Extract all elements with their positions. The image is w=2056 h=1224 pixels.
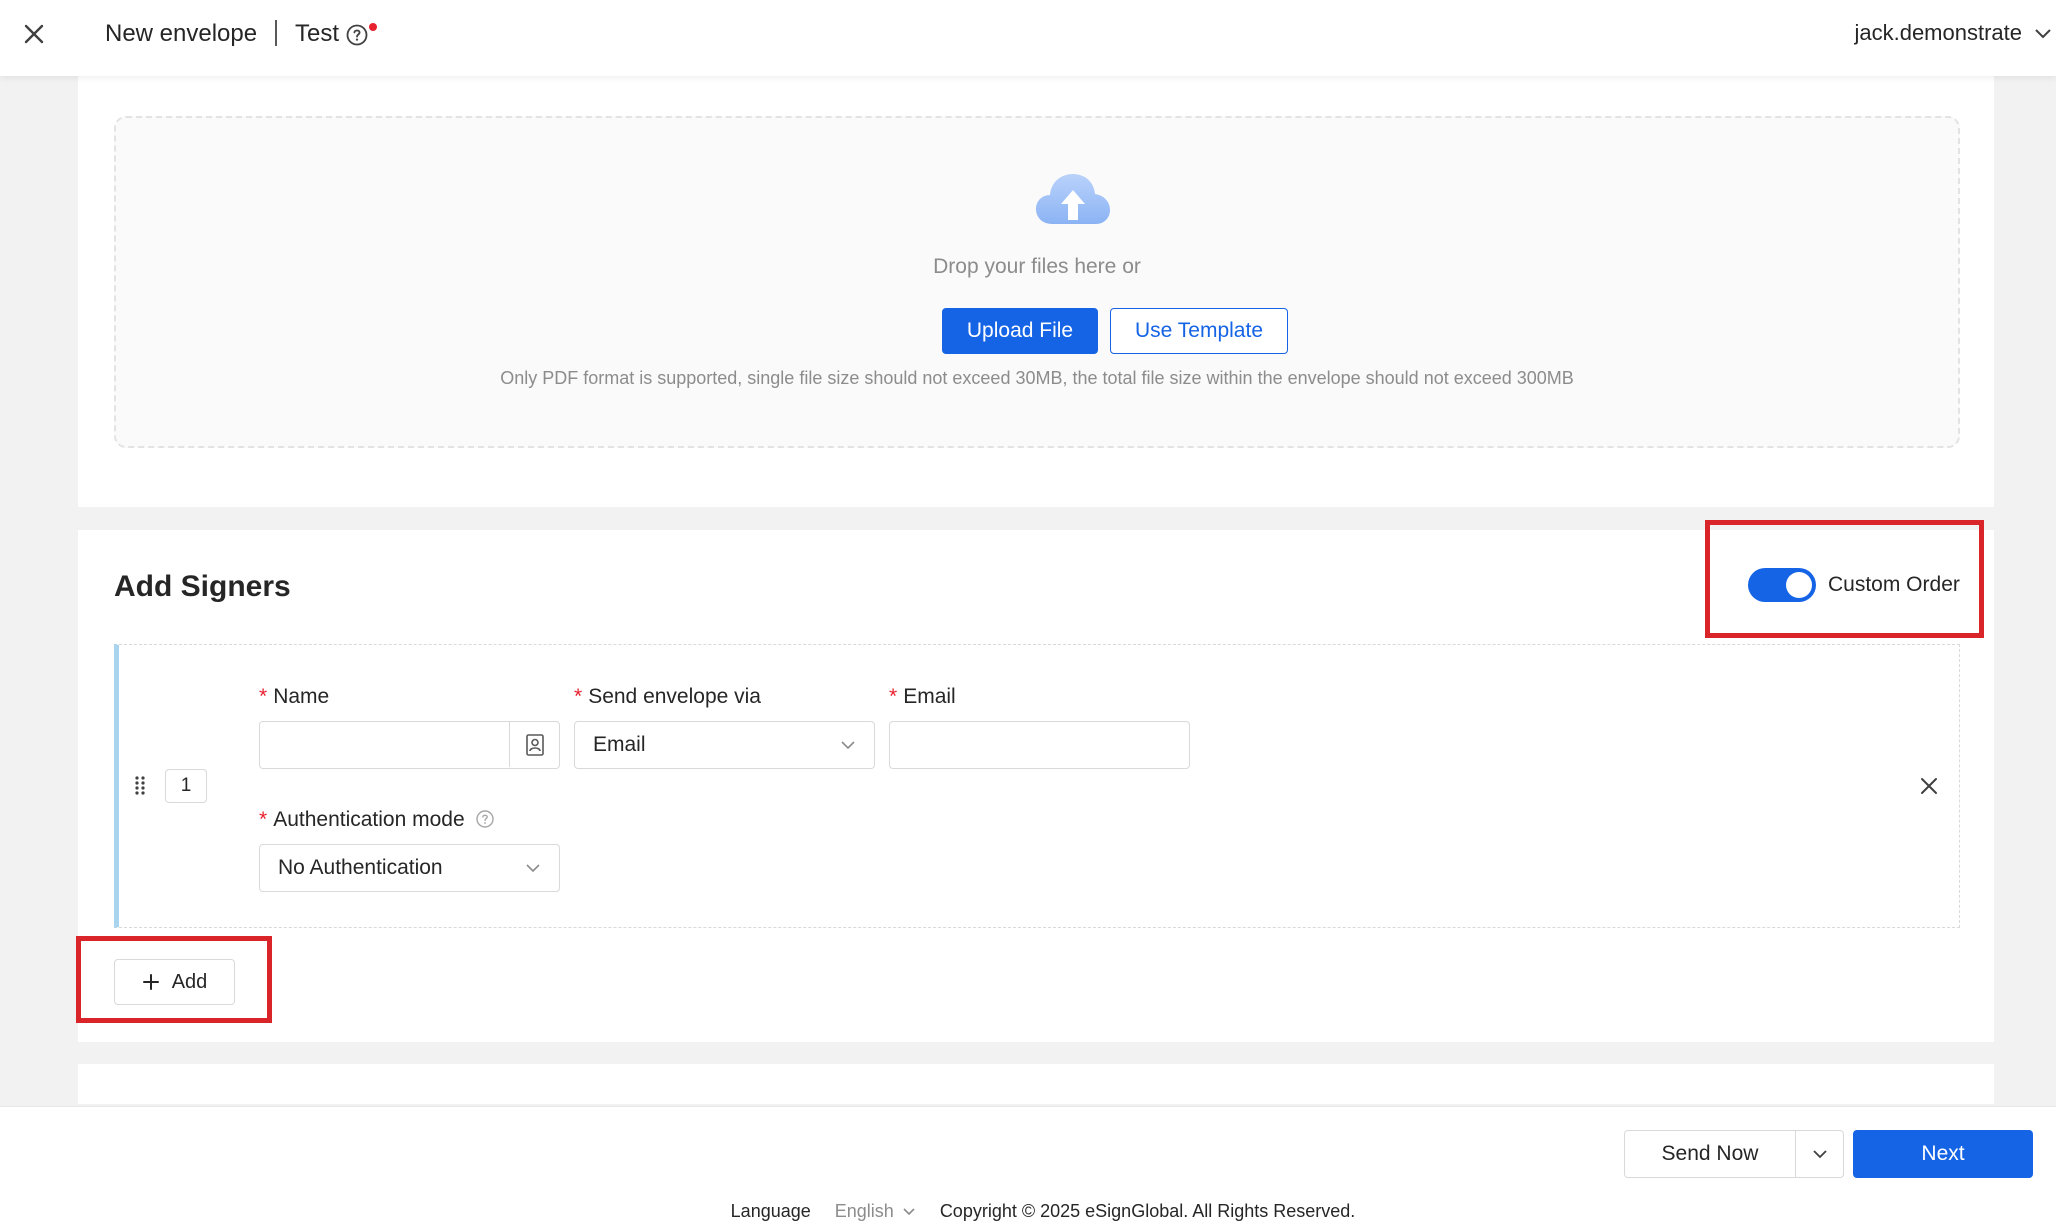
- send-via-value: Email: [593, 733, 646, 756]
- file-dropzone[interactable]: Drop your files here or Upload File Use …: [114, 116, 1960, 448]
- email-label: * Email: [889, 685, 956, 709]
- custom-order-toggle[interactable]: [1748, 568, 1816, 602]
- page-title: New envelope: [105, 20, 258, 47]
- auth-mode-value: No Authentication: [278, 856, 443, 879]
- auth-mode-label: * Authentication mode: [259, 808, 495, 832]
- document-upload-card: Drop your files here or Upload File Use …: [78, 76, 1994, 507]
- next-section-card: [78, 1064, 1994, 1104]
- name-input[interactable]: [260, 722, 510, 767]
- chevron-down-icon: [526, 864, 540, 873]
- name-label-text: Name: [273, 685, 330, 708]
- required-marker: *: [889, 685, 898, 708]
- user-name: jack.demonstrate: [1854, 20, 2022, 45]
- custom-order-control: Custom Order: [1748, 568, 1960, 602]
- contacts-button[interactable]: [509, 722, 559, 767]
- send-now-button[interactable]: Send Now: [1624, 1130, 1796, 1178]
- send-via-label: * Send envelope via: [574, 685, 761, 709]
- drag-handle-icon[interactable]: [133, 775, 147, 795]
- name-field-group: [259, 721, 560, 769]
- send-via-label-text: Send envelope via: [588, 685, 761, 708]
- language-label: Language: [730, 1200, 811, 1221]
- contact-card-icon: [525, 733, 544, 756]
- next-button[interactable]: Next: [1853, 1130, 2033, 1178]
- bottom-action-bar: Send Now Next: [0, 1106, 2056, 1198]
- upload-format-note: Only PDF format is supported, single fil…: [500, 368, 1574, 388]
- close-icon[interactable]: [20, 20, 48, 48]
- plus-icon: [142, 974, 159, 990]
- name-label: * Name: [259, 685, 329, 709]
- help-icon[interactable]: [475, 809, 495, 829]
- drop-instruction: Drop your files here or: [933, 255, 1141, 278]
- language-select[interactable]: English: [835, 1201, 916, 1222]
- signer-row: 1 * Name * Send envelope via Email * Email …: [114, 644, 1960, 928]
- required-marker: *: [259, 685, 268, 708]
- add-signer-button[interactable]: Add: [114, 959, 235, 1005]
- auth-mode-select[interactable]: No Authentication: [259, 844, 560, 892]
- send-via-select[interactable]: Email: [574, 721, 875, 769]
- chevron-down-icon: [1812, 1150, 1827, 1159]
- toggle-knob: [1786, 572, 1812, 598]
- required-marker: *: [259, 808, 268, 831]
- email-field[interactable]: [889, 721, 1190, 769]
- cloud-upload-icon: [1036, 174, 1110, 224]
- required-marker: *: [574, 685, 583, 708]
- title-divider: [275, 20, 277, 46]
- top-header: New envelope Test jack.demonstrate: [0, 0, 2056, 76]
- signer-order-number[interactable]: 1: [165, 769, 207, 803]
- use-template-button[interactable]: Use Template: [1110, 308, 1288, 354]
- remove-signer-icon[interactable]: [1916, 773, 1942, 799]
- chevron-down-icon: [2035, 29, 2051, 39]
- language-value: English: [834, 1200, 894, 1221]
- notification-dot: [369, 23, 377, 31]
- add-signer-label: Add: [171, 970, 208, 993]
- copyright-text: Copyright © 2025 eSignGlobal. All Rights…: [939, 1200, 1356, 1221]
- auth-mode-label-text: Authentication mode: [273, 808, 465, 831]
- chevron-down-icon: [841, 741, 855, 750]
- send-now-group: Send Now: [1624, 1130, 1844, 1178]
- user-menu[interactable]: jack.demonstrate: [1854, 20, 2052, 46]
- send-options-dropdown[interactable]: [1796, 1130, 1844, 1178]
- add-signers-card: Add Signers Custom Order 1 * Name * Send…: [78, 530, 1994, 1042]
- chevron-down-icon: [903, 1207, 915, 1215]
- section-title: Add Signers: [114, 570, 291, 603]
- custom-order-label: Custom Order: [1828, 573, 1960, 596]
- page-footer: Language English Copyright © 2025 eSignG…: [0, 1198, 2056, 1224]
- email-label-text: Email: [903, 685, 956, 708]
- upload-file-button[interactable]: Upload File: [942, 308, 1098, 354]
- envelope-name[interactable]: Test: [295, 20, 339, 48]
